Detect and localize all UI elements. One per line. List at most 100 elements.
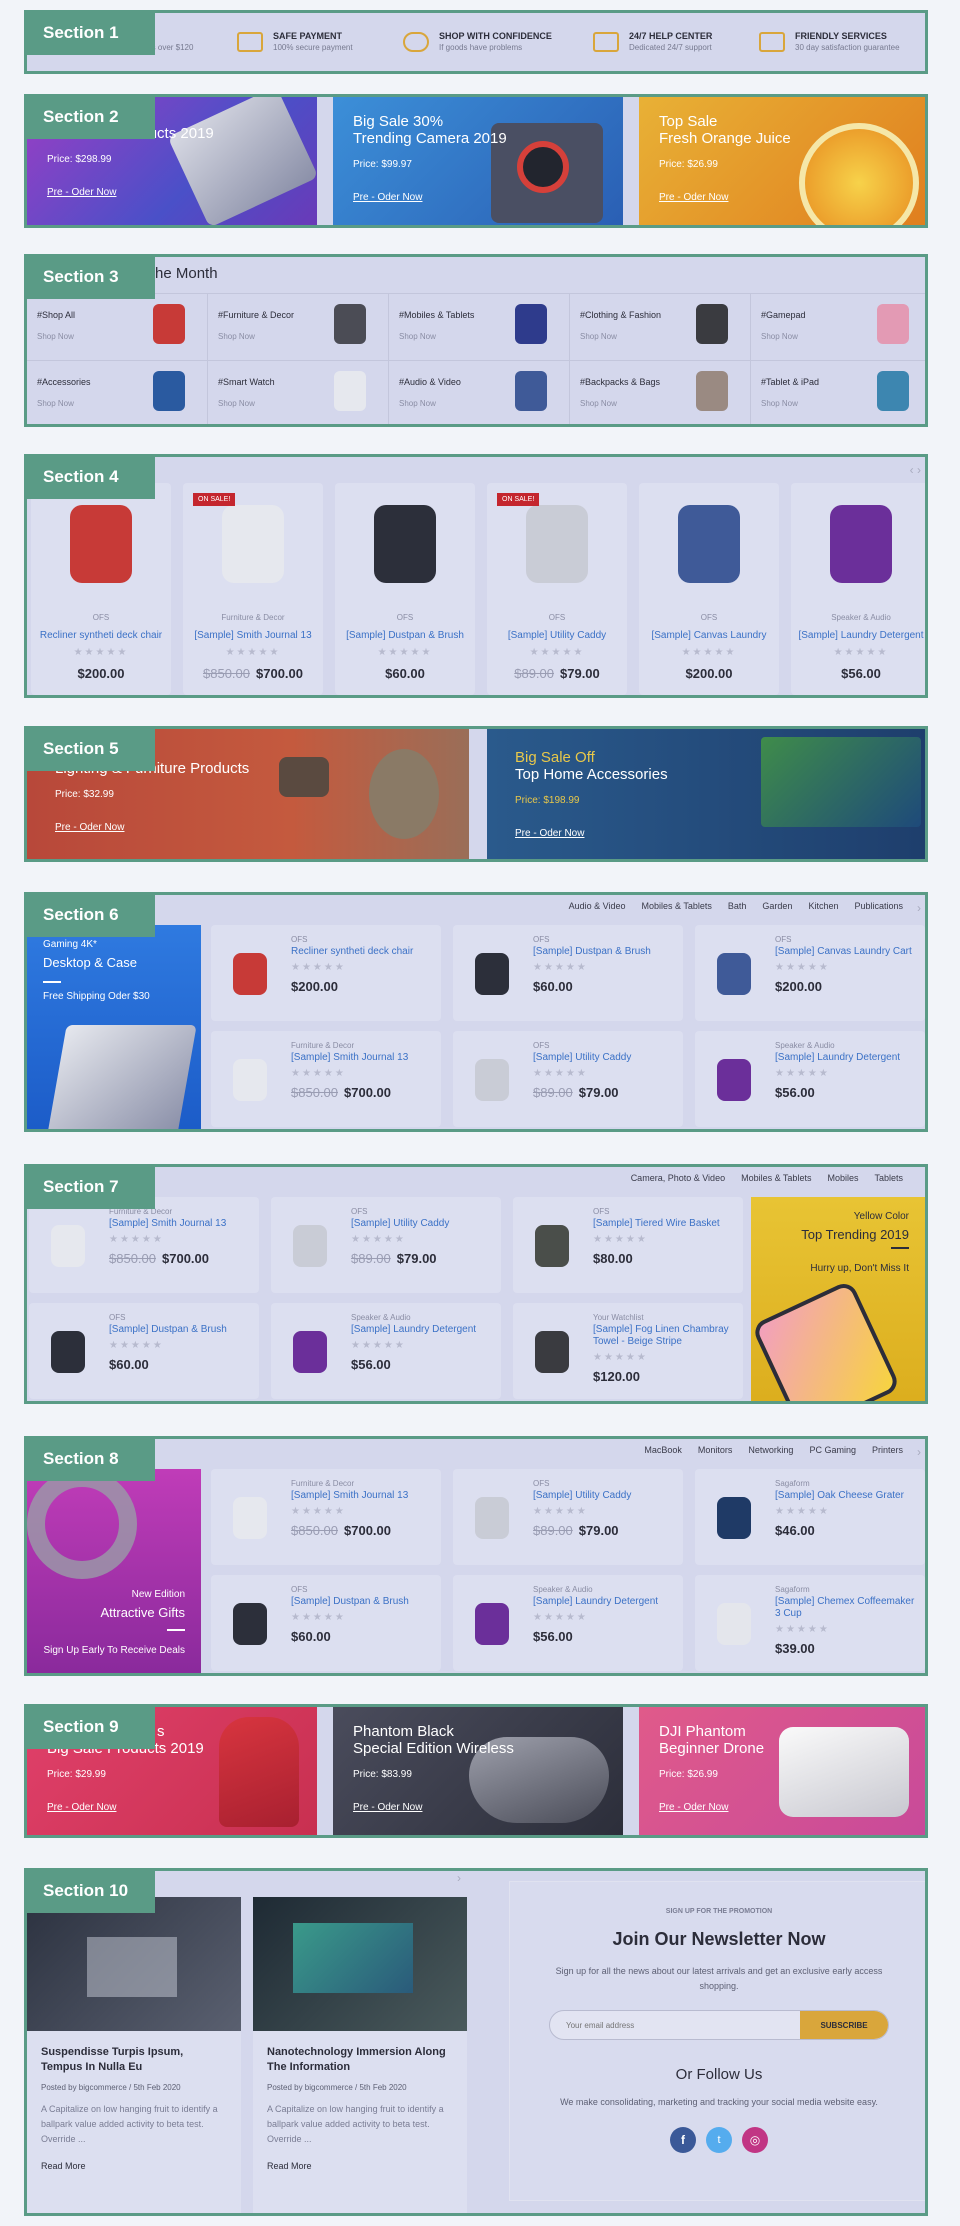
product-name[interactable]: [Sample] Dustpan & Brush bbox=[109, 1324, 249, 1336]
banner-cta[interactable]: Pre - Oder Now bbox=[659, 192, 791, 203]
product-image[interactable] bbox=[233, 1497, 267, 1539]
product-image[interactable] bbox=[526, 505, 588, 583]
chevron-right-icon[interactable]: › bbox=[917, 1445, 921, 1459]
product-image[interactable] bbox=[535, 1225, 569, 1267]
category-card[interactable]: #Furniture & Decor Shop Now bbox=[208, 294, 389, 361]
category-name[interactable]: #Furniture & Decor bbox=[218, 310, 294, 320]
blog-card[interactable]: Nanotechnology Immersion Along The Infor… bbox=[253, 1897, 467, 2213]
product-image[interactable] bbox=[51, 1331, 85, 1373]
chevron-right-icon[interactable]: › bbox=[457, 1871, 461, 1885]
subscribe-button[interactable]: SUBSCRIBE bbox=[800, 2011, 888, 2039]
product-card[interactable]: OFS [Sample] Utility Caddy ★★★★★ $89.00 $79.… bbox=[453, 1469, 683, 1565]
product-card[interactable]: ON SALE! Furniture & Decor [Sample] Smith … bbox=[183, 483, 323, 695]
tab-mobiles[interactable]: Mobiles bbox=[827, 1173, 858, 1183]
product-name[interactable]: [Sample] Utility Caddy bbox=[487, 630, 627, 641]
product-card[interactable]: Furniture & Decor [Sample] Smith Journal … bbox=[211, 1031, 441, 1127]
product-name[interactable]: Recliner syntheti deck chair bbox=[31, 630, 171, 641]
shop-now-link[interactable]: Shop Now bbox=[218, 332, 255, 341]
product-name[interactable]: [Sample] Utility Caddy bbox=[533, 1052, 673, 1064]
banner-cta[interactable]: Pre - Oder Now bbox=[515, 828, 668, 839]
category-card[interactable]: #Backpacks & Bags Shop Now bbox=[570, 361, 751, 424]
banner-cta[interactable]: Pre - Oder Now bbox=[47, 187, 214, 198]
product-image[interactable] bbox=[475, 1497, 509, 1539]
promo-desktop[interactable]: Gaming 4K* Desktop & Case Free Shipping … bbox=[27, 925, 201, 1129]
banner-drone[interactable]: DJI Phantom Beginner Drone Price: $26.99 Pr… bbox=[639, 1707, 925, 1835]
shop-now-link[interactable]: Shop Now bbox=[218, 399, 255, 408]
product-name[interactable]: [Sample] Tiered Wire Basket bbox=[593, 1218, 733, 1230]
tab-bath[interactable]: Bath bbox=[728, 901, 747, 911]
shop-now-link[interactable]: Shop Now bbox=[37, 332, 74, 341]
product-image[interactable] bbox=[717, 953, 751, 995]
product-image[interactable] bbox=[475, 1603, 509, 1645]
product-name[interactable]: [Sample] Utility Caddy bbox=[533, 1490, 673, 1502]
banner-cta[interactable]: Pre - Oder Now bbox=[659, 1802, 764, 1813]
product-name[interactable]: [Sample] Smith Journal 13 bbox=[183, 630, 323, 641]
category-name[interactable]: #Smart Watch bbox=[218, 377, 275, 387]
banner-controller[interactable]: Phantom Black Special Edition Wireless Pri… bbox=[333, 1707, 623, 1835]
product-card[interactable]: OFS [Sample] Utility Caddy ★★★★★ $89.00 $79.… bbox=[453, 1031, 683, 1127]
product-name[interactable]: [Sample] Canvas Laundry Cart bbox=[775, 946, 915, 958]
tab-camera-photo-video[interactable]: Camera, Photo & Video bbox=[631, 1173, 725, 1183]
product-card[interactable]: Sagaform [Sample] Oak Cheese Grater ★★★★★ $… bbox=[695, 1469, 925, 1565]
product-image[interactable] bbox=[535, 1331, 569, 1373]
category-name[interactable]: #Shop All bbox=[37, 310, 75, 320]
product-card[interactable]: ON SALE! OFS [Sample] Utility Caddy ★★★★★ $8… bbox=[487, 483, 627, 695]
product-image[interactable] bbox=[475, 1059, 509, 1101]
product-name[interactable]: Recliner syntheti deck chair bbox=[291, 946, 431, 958]
product-name[interactable]: [Sample] Laundry Detergent bbox=[775, 1052, 915, 1064]
shop-now-link[interactable]: Shop Now bbox=[580, 399, 617, 408]
product-image[interactable] bbox=[70, 505, 132, 583]
shop-now-link[interactable]: Shop Now bbox=[37, 399, 74, 408]
tab-networking[interactable]: Networking bbox=[748, 1445, 793, 1455]
product-name[interactable]: [Sample] Fog Linen Chambray Towel - Beig… bbox=[593, 1324, 733, 1348]
product-image[interactable] bbox=[717, 1059, 751, 1101]
category-name[interactable]: #Gamepad bbox=[761, 310, 806, 320]
promo-trending[interactable]: Yellow Color Top Trending 2019 Hurry up,… bbox=[750, 1197, 925, 1401]
carousel-arrows-icon[interactable]: ‹ › bbox=[910, 463, 921, 477]
product-card[interactable]: OFS Recliner syntheti deck chair ★★★★★ $200… bbox=[31, 483, 171, 695]
twitter-icon[interactable]: t bbox=[706, 2127, 732, 2153]
tab-publications[interactable]: Publications bbox=[854, 901, 903, 911]
product-card[interactable]: OFS [Sample] Dustpan & Brush ★★★★★ $60.00 bbox=[335, 483, 475, 695]
product-image[interactable] bbox=[293, 1225, 327, 1267]
product-card[interactable]: OFS [Sample] Dustpan & Brush ★★★★★ $60.00 bbox=[453, 925, 683, 1021]
read-more-link[interactable]: Read More bbox=[41, 2161, 227, 2171]
email-input[interactable] bbox=[550, 2011, 800, 2039]
blog-card[interactable]: Suspendisse Turpis Ipsum, Tempus In Null… bbox=[27, 1897, 241, 2213]
tab-garden[interactable]: Garden bbox=[762, 901, 792, 911]
product-card[interactable]: OFS [Sample] Canvas Laundry ★★★★★ $200.00 bbox=[639, 483, 779, 695]
product-image[interactable] bbox=[233, 1059, 267, 1101]
tab-audio-video[interactable]: Audio & Video bbox=[569, 901, 626, 911]
product-card[interactable]: OFS [Sample] Canvas Laundry Cart ★★★★★ $200… bbox=[695, 925, 925, 1021]
category-card[interactable]: #Smart Watch Shop Now bbox=[208, 361, 389, 424]
product-card[interactable]: Furniture & Decor [Sample] Smith Journal … bbox=[211, 1469, 441, 1565]
category-card[interactable]: #Shop All Shop Now bbox=[27, 294, 208, 361]
product-image[interactable] bbox=[222, 505, 284, 583]
tab-monitors[interactable]: Monitors bbox=[698, 1445, 733, 1455]
product-card[interactable]: Sagaform [Sample] Chemex Coffeemaker 3 Cu… bbox=[695, 1575, 925, 1671]
tab-printers[interactable]: Printers bbox=[872, 1445, 903, 1455]
product-name[interactable]: [Sample] Dustpan & Brush bbox=[291, 1596, 431, 1608]
shop-now-link[interactable]: Shop Now bbox=[761, 399, 798, 408]
product-card[interactable]: OFS [Sample] Tiered Wire Basket ★★★★★ $80.0… bbox=[513, 1197, 743, 1293]
tab-pc-gaming[interactable]: PC Gaming bbox=[809, 1445, 856, 1455]
product-image[interactable] bbox=[51, 1225, 85, 1267]
category-card[interactable]: #Tablet & iPad Shop Now bbox=[751, 361, 925, 424]
product-name[interactable]: [Sample] Smith Journal 13 bbox=[109, 1218, 249, 1230]
category-name[interactable]: #Audio & Video bbox=[399, 377, 461, 387]
shop-now-link[interactable]: Shop Now bbox=[399, 399, 436, 408]
category-name[interactable]: #Accessories bbox=[37, 377, 91, 387]
product-card[interactable]: Speaker & Audio [Sample] Laundry Detergen… bbox=[271, 1303, 501, 1399]
category-name[interactable]: #Mobiles & Tablets bbox=[399, 310, 474, 320]
banner-cta[interactable]: Pre - Oder Now bbox=[353, 1802, 514, 1813]
product-image[interactable] bbox=[678, 505, 740, 583]
banner-cta[interactable]: Pre - Oder Now bbox=[47, 1802, 204, 1813]
product-card[interactable]: Your Watchlist [Sample] Fog Linen Chambra… bbox=[513, 1303, 743, 1399]
product-card[interactable]: Speaker & Audio [Sample] Laundry Detergen… bbox=[791, 483, 925, 695]
instagram-icon[interactable]: ◎ bbox=[742, 2127, 768, 2153]
product-name[interactable]: [Sample] Oak Cheese Grater bbox=[775, 1490, 915, 1502]
product-card[interactable]: Speaker & Audio [Sample] Laundry Detergen… bbox=[695, 1031, 925, 1127]
product-image[interactable] bbox=[233, 953, 267, 995]
tab-kitchen[interactable]: Kitchen bbox=[808, 901, 838, 911]
product-card[interactable]: OFS [Sample] Dustpan & Brush ★★★★★ $60.00 bbox=[211, 1575, 441, 1671]
